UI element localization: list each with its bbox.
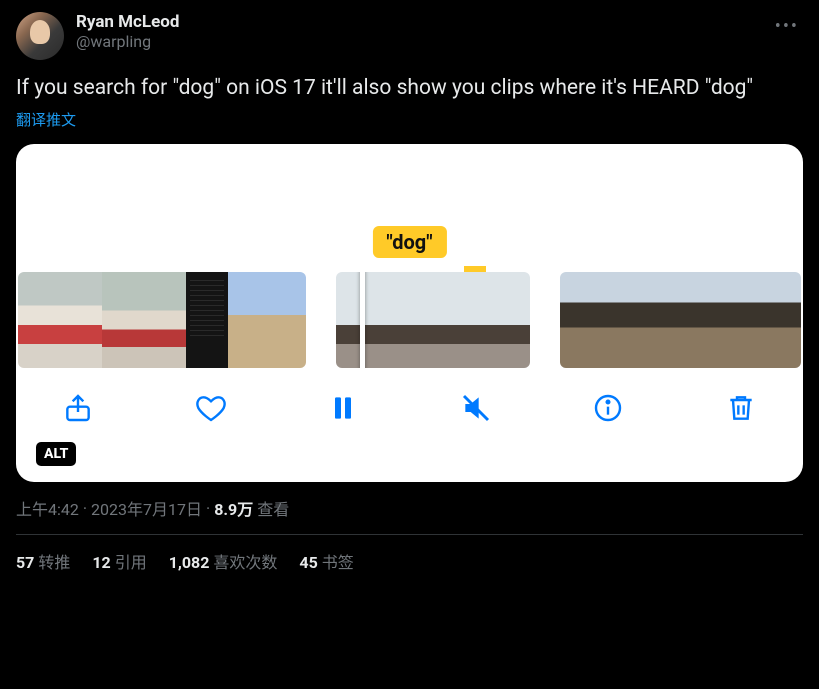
clip-frame xyxy=(683,272,724,368)
pause-button[interactable] xyxy=(325,392,361,428)
media-toolbar xyxy=(16,368,803,428)
stat-likes[interactable]: 1,082喜欢次数 xyxy=(169,549,278,573)
clip-frame xyxy=(18,272,60,368)
clip-frame xyxy=(270,272,306,368)
tweet-container: Ryan McLeod @warpling ••• If you search … xyxy=(0,0,819,573)
media-preview-area: "dog" xyxy=(16,144,803,272)
share-icon xyxy=(62,392,94,428)
clip-frame xyxy=(724,272,765,368)
clip-frame xyxy=(402,272,468,368)
heart-icon xyxy=(195,392,227,428)
clip-frame xyxy=(560,272,601,368)
tweet-time: 上午4:42 xyxy=(16,496,79,520)
clip-frame xyxy=(186,272,228,368)
timeline-clips[interactable] xyxy=(16,272,803,368)
info-icon xyxy=(592,392,624,428)
user-info[interactable]: Ryan McLeod @warpling xyxy=(76,12,759,53)
tweet-header: Ryan McLeod @warpling ••• xyxy=(16,12,803,60)
display-name: Ryan McLeod xyxy=(76,12,759,32)
delete-button[interactable] xyxy=(723,392,759,428)
clip-frame xyxy=(468,272,530,368)
share-button[interactable] xyxy=(60,392,96,428)
clip-frame xyxy=(144,272,186,368)
clip-frame xyxy=(601,272,642,368)
clip-frame xyxy=(60,272,102,368)
clip-frame xyxy=(642,272,683,368)
tweet-meta[interactable]: 上午4:42 · 2023年7月17日 · 8.9万 查看 xyxy=(16,496,803,535)
speaker-muted-icon xyxy=(460,392,492,428)
clip-frame xyxy=(102,272,144,368)
media-attachment[interactable]: "dog" xyxy=(16,144,803,482)
clip-frame xyxy=(336,272,402,368)
like-button[interactable] xyxy=(193,392,229,428)
views-count: 8.9万 xyxy=(214,496,253,520)
tweet-text: If you search for "dog" on iOS 17 it'll … xyxy=(16,74,803,103)
info-button[interactable] xyxy=(590,392,626,428)
playhead[interactable] xyxy=(360,272,365,368)
trash-icon xyxy=(725,392,757,428)
clip-frame xyxy=(765,272,801,368)
stat-bookmarks[interactable]: 45书签 xyxy=(299,549,353,573)
avatar[interactable] xyxy=(16,12,64,60)
tweet-stats: 57转推 12引用 1,082喜欢次数 45书签 xyxy=(16,549,803,573)
views-label: 查看 xyxy=(257,496,289,520)
user-handle: @warpling xyxy=(76,32,759,53)
mute-button[interactable] xyxy=(458,392,494,428)
search-tag: "dog" xyxy=(372,226,446,258)
clip-group[interactable] xyxy=(18,272,306,368)
pause-icon xyxy=(327,392,359,428)
alt-badge[interactable]: ALT xyxy=(36,442,76,466)
translate-link[interactable]: 翻译推文 xyxy=(16,109,803,130)
clip-frame xyxy=(228,272,270,368)
clip-group[interactable] xyxy=(560,272,801,368)
tweet-date: 2023年7月17日 xyxy=(91,496,202,520)
more-button[interactable]: ••• xyxy=(771,12,803,41)
clip-group-active[interactable] xyxy=(336,272,530,368)
stat-retweets[interactable]: 57转推 xyxy=(16,549,70,573)
stat-quotes[interactable]: 12引用 xyxy=(92,549,146,573)
